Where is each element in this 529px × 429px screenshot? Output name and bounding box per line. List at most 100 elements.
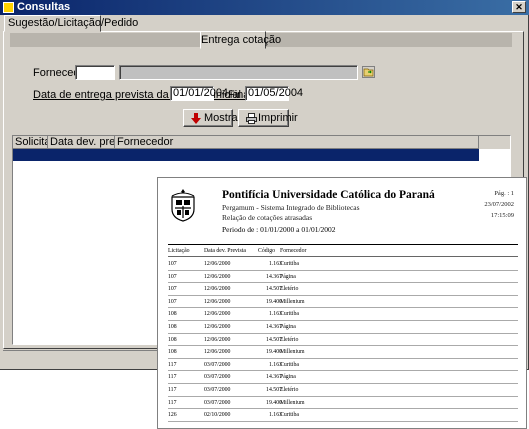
report-cell-codigo: 19.400	[266, 349, 282, 356]
report-cell-fornecedor: Eletério	[280, 286, 299, 293]
window-title: Consultas	[17, 1, 71, 13]
report-cell-fornecedor: Página	[280, 374, 296, 381]
report-page: Pág. : 1	[494, 190, 514, 197]
grid-header: Solicitação Data dev. prevista Fornecedo…	[13, 136, 510, 149]
column-header-solicitacao[interactable]: Solicitação	[13, 136, 48, 149]
report-cell-fornecedor: Millenium	[280, 298, 305, 305]
report-cell-codigo: 19.400	[266, 298, 282, 305]
report-row: 117 03/07/2000 14.507 Eletério	[168, 384, 518, 397]
report-cell-licitacao: 117	[168, 387, 177, 393]
report-subtitle: Relação de cotações atrasadas	[222, 213, 313, 222]
mostrar-button[interactable]: Mostrar	[183, 109, 241, 127]
report-cell-codigo: 14.367	[266, 273, 282, 280]
report-system-line: Pergamum - Sistema Integrado de Bibliote…	[222, 203, 360, 212]
report-cell-licitacao: 107	[168, 273, 177, 280]
report-col-data: Data dev. Prevista	[204, 248, 246, 254]
report-cell-data: 12/06/2000	[204, 311, 231, 318]
report-cell-fornecedor: Curitiba	[280, 311, 299, 318]
close-button[interactable]: ✕	[512, 1, 526, 13]
report-cell-licitacao: 107	[168, 298, 177, 305]
report-cell-fornecedor: Curitiba	[280, 412, 299, 419]
report-cell-data: 12/06/2000	[204, 273, 231, 280]
report-row: 108 12/06/2000 14.507 Eletério	[168, 334, 518, 347]
report-cell-licitacao: 117	[168, 399, 177, 406]
report-cell-licitacao: 108	[168, 311, 177, 318]
fornecedor-name-field	[119, 65, 358, 80]
report-cell-codigo: 1.163	[268, 311, 282, 318]
report-row: 117 03/07/2000 1.163 Curitiba	[168, 359, 518, 372]
report-cell-fornecedor: Eletério	[280, 336, 299, 343]
imprimir-label: Imprimir	[258, 112, 298, 124]
report-cell-licitacao: 108	[168, 324, 177, 330]
report-row: 108 12/06/2000 1.163 Curitiba	[168, 308, 518, 321]
report-cell-fornecedor: Página	[280, 324, 296, 330]
report-col-codigo: Código	[258, 248, 276, 254]
mostrar-label: Mostrar	[204, 112, 242, 124]
report-cell-codigo: 14.507	[266, 286, 282, 293]
column-header-fornecedor[interactable]: Fornecedor	[115, 136, 479, 149]
report-cell-codigo: 14.507	[266, 387, 282, 393]
report-cell-fornecedor: Eletério	[280, 387, 299, 393]
report-cell-codigo: 1.163	[268, 361, 282, 368]
report-cell-fornecedor: Millenium	[280, 349, 305, 356]
report-cell-licitacao: 126	[168, 412, 177, 419]
lookup-icon[interactable]	[362, 66, 375, 78]
report-cell-licitacao: 108	[168, 349, 177, 356]
report-title: Pontifícia Universidade Católica do Para…	[222, 189, 435, 201]
report-cell-data: 12/06/2000	[204, 261, 231, 267]
report-period: Periodo de : 01/01/2000 a 01/01/2002	[222, 225, 336, 234]
report-row: 108 12/06/2000 19.400 Millenium	[168, 346, 518, 359]
report-cell-codigo: 14.367	[266, 374, 282, 381]
report-cell-fornecedor: Curitiba	[280, 361, 299, 368]
report-cell-data: 03/07/2000	[204, 374, 231, 381]
report-cell-licitacao: 107	[168, 286, 177, 293]
report-header-underline	[168, 256, 518, 257]
report-cell-data: 03/07/2000	[204, 361, 231, 368]
data-final-input[interactable]: 01/05/2004	[245, 86, 303, 101]
report-cell-fornecedor: Curitiba	[280, 261, 299, 267]
report-cell-data: 03/07/2000	[204, 399, 231, 406]
report-row: 107 12/06/2000 14.507 Eletério	[168, 283, 518, 296]
column-header-data-dev-prevista[interactable]: Data dev. prevista	[48, 136, 115, 149]
selected-row[interactable]	[13, 149, 479, 161]
report-row: 126 02/10/2000 1.163 Curitiba	[168, 409, 518, 422]
data-inicial-input[interactable]: 01/01/2004	[170, 86, 228, 101]
report-cell-codigo: 14.367	[266, 324, 282, 330]
report-header-rule	[168, 244, 518, 245]
report-cell-licitacao: 107	[168, 261, 177, 267]
report-row: 117 03/07/2000 14.367 Página	[168, 371, 518, 384]
report-cell-codigo: 1.163	[268, 412, 282, 419]
report-preview: Pontifícia Universidade Católica do Para…	[157, 177, 527, 429]
imprimir-button[interactable]: Imprimir	[238, 109, 298, 127]
tab-entrega-cotacao[interactable]: Entrega cotação	[200, 31, 281, 49]
report-cell-licitacao: 108	[168, 336, 177, 343]
report-cell-data: 12/06/2000	[204, 324, 231, 330]
report-cell-fornecedor: Página	[280, 273, 296, 280]
university-crest-logo	[171, 189, 195, 222]
report-cell-fornecedor: Millenium	[280, 399, 305, 406]
report-row: 108 12/06/2000 14.367 Página	[168, 321, 518, 334]
report-col-fornecedor: Fornecedor	[280, 248, 307, 254]
arrow-down-icon	[191, 113, 201, 124]
app-icon	[3, 2, 14, 13]
report-row: 107 12/06/2000 1.163 Curitiba	[168, 258, 518, 271]
report-row: 107 12/06/2000 14.367 Página	[168, 271, 518, 284]
report-cell-codigo: 1.163	[268, 261, 282, 267]
report-cell-data: 12/06/2000	[204, 336, 231, 343]
report-time: 17:15:09	[490, 212, 514, 219]
report-cell-data: 03/07/2000	[204, 387, 231, 393]
tab-sugestao-licitacao-pedido[interactable]: Sugestão/Licitação/Pedido	[4, 15, 138, 32]
report-row: 117 03/07/2000 19.400 Millenium	[168, 397, 518, 410]
report-cell-codigo: 14.507	[266, 336, 282, 343]
report-cell-codigo: 19.400	[266, 399, 282, 406]
fornecedor-code-input[interactable]	[75, 65, 115, 80]
printer-icon	[246, 113, 257, 124]
report-cell-data: 12/06/2000	[204, 298, 231, 305]
report-cell-data: 12/06/2000	[204, 286, 231, 293]
report-date: 23/07/2002	[484, 201, 514, 208]
report-cell-data: 12/06/2000	[204, 349, 231, 356]
report-col-licitacao: Licitação	[168, 248, 190, 254]
report-cell-licitacao: 117	[168, 361, 177, 368]
title-bar[interactable]: Consultas ✕	[0, 0, 529, 15]
report-row: 107 12/06/2000 19.400 Millenium	[168, 296, 518, 309]
